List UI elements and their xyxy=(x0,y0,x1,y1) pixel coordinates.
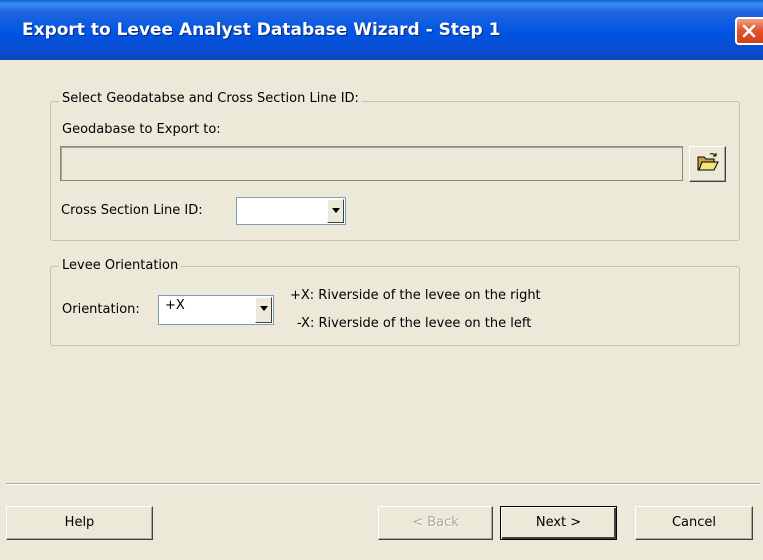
cross-section-id-select[interactable] xyxy=(236,197,346,225)
geodatabase-group-legend: Select Geodatabse and Cross Section Line… xyxy=(59,91,362,106)
title-bar[interactable]: Export to Levee Analyst Database Wizard … xyxy=(0,0,763,60)
cancel-button[interactable]: Cancel xyxy=(635,506,753,540)
close-button[interactable] xyxy=(735,17,763,45)
window-title: Export to Levee Analyst Database Wizard … xyxy=(22,20,501,40)
cross-section-label: Cross Section Line ID: xyxy=(61,203,203,218)
open-folder-icon xyxy=(697,153,719,171)
geodatabase-path-field[interactable] xyxy=(60,146,683,181)
geodatabase-label: Geodabase to Export to: xyxy=(62,122,221,137)
chevron-down-icon[interactable] xyxy=(327,199,344,223)
orientation-value: +X xyxy=(165,298,185,313)
back-button[interactable]: < Back xyxy=(378,506,493,540)
close-icon xyxy=(742,24,756,38)
orientation-label: Orientation: xyxy=(62,302,140,317)
wizard-window: Export to Levee Analyst Database Wizard … xyxy=(0,0,763,560)
orientation-hint-plus: +X: Riverside of the levee on the right xyxy=(290,288,541,303)
levee-orientation-group xyxy=(50,266,740,346)
levee-orientation-legend: Levee Orientation xyxy=(59,258,182,273)
footer-divider xyxy=(6,483,760,485)
chevron-down-icon[interactable] xyxy=(255,297,272,323)
browse-geodatabase-button[interactable] xyxy=(689,146,726,182)
orientation-hint-minus: -X: Riverside of the levee on the left xyxy=(297,316,532,331)
help-button[interactable]: Help xyxy=(6,506,153,540)
next-button[interactable]: Next > xyxy=(500,506,617,540)
orientation-select[interactable]: +X xyxy=(158,295,274,325)
